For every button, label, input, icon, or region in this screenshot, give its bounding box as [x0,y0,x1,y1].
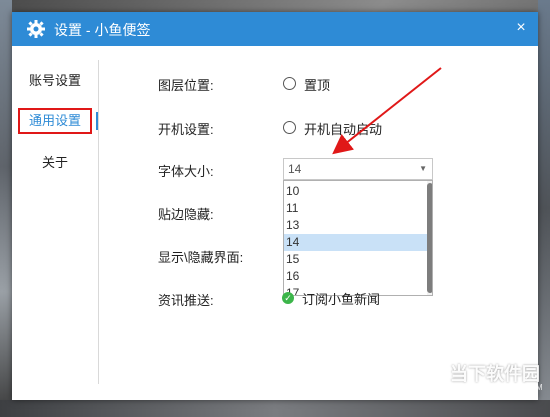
layer-position-radio[interactable] [283,77,296,90]
dropdown-option[interactable]: 15 [284,251,427,268]
watermark-logo-icon [404,356,444,396]
sidebar-item-account[interactable]: 账号设置 [18,68,92,94]
startup-radio[interactable] [283,121,296,134]
font-size-dropdown: 10 11 13 14 15 16 17 [283,180,433,296]
layer-position-label: 图层位置: [158,78,214,93]
font-size-selected-value: 14 [288,162,302,176]
news-push-label: 资讯推送: [158,293,214,308]
chevron-down-icon: ▼ [419,164,427,173]
layer-position-option[interactable]: 置顶 [304,75,330,94]
desktop-background-bottom [0,400,550,417]
dropdown-option[interactable]: 13 [284,217,427,234]
startup-option[interactable]: 开机自动启动 [304,119,382,138]
dropdown-option[interactable]: 11 [284,200,427,217]
window-title: 设置 - 小鱼便签 [54,22,151,38]
dropdown-option-selected[interactable]: 14 [284,234,427,251]
watermark: 当下软件园 WWW.DOWNXIA.COM [404,352,544,400]
show-hide-label: 显示\隐藏界面: [158,250,244,265]
gear-icon [27,20,45,38]
dropdown-scrollbar-thumb[interactable] [427,183,432,293]
desktop-background-left [0,0,12,417]
close-icon[interactable]: × [512,19,530,37]
sidebar-item-about[interactable]: 关于 [18,150,92,176]
settings-window: 设置 - 小鱼便签 × 账号设置 通用设置 关于 图层位置: 置顶 开机设置: … [12,12,538,400]
check-icon[interactable]: ✓ [282,292,294,304]
font-size-select[interactable]: 14 ▼ [283,158,433,180]
watermark-subtext: WWW.DOWNXIA.COM [452,383,544,392]
sidebar-item-general[interactable]: 通用设置 [18,108,92,134]
news-push-option[interactable]: 订阅小鱼新闻 [302,289,380,308]
startup-label: 开机设置: [158,122,214,137]
sidebar-divider [98,60,99,384]
edge-hide-label: 贴边隐藏: [158,207,214,222]
dropdown-option[interactable]: 10 [284,183,427,200]
font-size-label: 字体大小: [158,164,214,179]
dropdown-option[interactable]: 16 [284,268,427,285]
title-bar: 设置 - 小鱼便签 × [12,12,538,46]
